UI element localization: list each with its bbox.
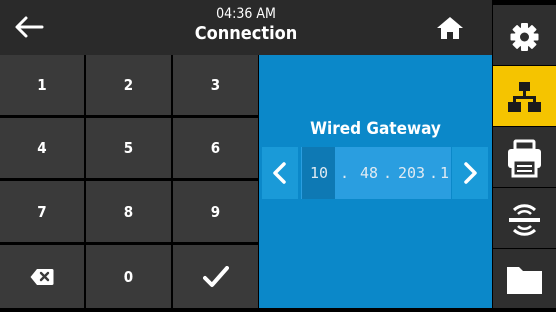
checkmark-icon	[202, 265, 229, 287]
folder-icon	[507, 267, 542, 294]
ip-segment-3[interactable]: 203	[398, 147, 425, 199]
numeric-keypad: 1 2 3 4 5 6 7 8 9 0	[0, 55, 258, 308]
key-4[interactable]: 4	[0, 118, 84, 178]
key-8[interactable]: 8	[86, 181, 171, 242]
backspace-key[interactable]	[0, 245, 84, 308]
sidebar	[493, 0, 556, 308]
ip-segment-1[interactable]: 10	[310, 147, 328, 199]
sidebar-item-settings[interactable]	[493, 5, 556, 65]
ip-address-field[interactable]: 10 . 48 . 203 . 1	[301, 147, 451, 199]
ip-segment-2[interactable]: 48	[360, 147, 378, 199]
sidebar-item-sensor[interactable]	[493, 188, 556, 248]
ip-separator: .	[340, 164, 350, 182]
page-title: Connection	[194, 23, 298, 44]
ip-segment-4[interactable]: 1	[440, 147, 449, 199]
backspace-icon	[30, 268, 54, 285]
confirm-key[interactable]	[173, 245, 258, 308]
printer-icon	[508, 139, 541, 178]
next-segment-button[interactable]	[452, 147, 488, 199]
sidebar-item-storage[interactable]	[493, 249, 556, 308]
home-button[interactable]	[436, 15, 464, 41]
home-icon	[437, 17, 463, 39]
ip-separator: .	[429, 164, 439, 182]
header-bar: 04:36 AM Connection	[0, 0, 492, 55]
sidebar-item-print[interactable]	[493, 127, 556, 187]
key-1[interactable]: 1	[0, 55, 84, 115]
network-icon	[508, 82, 541, 112]
key-7[interactable]: 7	[0, 181, 84, 242]
sidebar-item-connection[interactable]	[493, 66, 556, 126]
key-2[interactable]: 2	[86, 55, 171, 115]
value-panel: Wired Gateway 10 . 48 . 203 . 1	[259, 55, 492, 308]
key-3[interactable]: 3	[173, 55, 258, 115]
clock-time: 04:36 AM	[216, 6, 276, 22]
key-5[interactable]: 5	[86, 118, 171, 178]
gear-icon	[510, 23, 539, 51]
ip-separator: .	[383, 164, 393, 182]
sensor-icon	[509, 204, 540, 236]
chevron-right-icon	[464, 162, 477, 184]
key-9[interactable]: 9	[173, 181, 258, 242]
key-6[interactable]: 6	[173, 118, 258, 178]
previous-segment-button[interactable]	[262, 147, 298, 199]
field-label: Wired Gateway	[310, 119, 441, 139]
chevron-left-icon	[273, 162, 286, 184]
key-0[interactable]: 0	[86, 245, 171, 308]
